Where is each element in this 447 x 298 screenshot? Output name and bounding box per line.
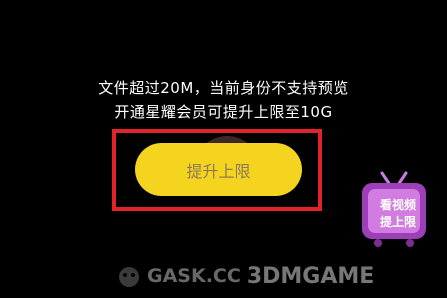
file-size-message-line1: 文件超过20M，当前身份不支持预览 bbox=[98, 79, 349, 97]
watermark-left-text: GASK.CC bbox=[147, 265, 241, 287]
watch-video-promo-badge[interactable]: 看视频 提上限 bbox=[352, 167, 436, 249]
mascot-logo-icon bbox=[119, 267, 139, 287]
upgrade-limit-button[interactable]: 提升上限 bbox=[135, 143, 302, 196]
promo-label-line2: 提上限 bbox=[379, 215, 416, 229]
promo-label-line1: 看视频 bbox=[379, 198, 416, 212]
site-watermark: GASK.CC 3DMGAME bbox=[115, 262, 374, 290]
watermark-right-text: 3DMGAME bbox=[246, 263, 375, 289]
upgrade-limit-label: 提升上限 bbox=[186, 161, 251, 181]
